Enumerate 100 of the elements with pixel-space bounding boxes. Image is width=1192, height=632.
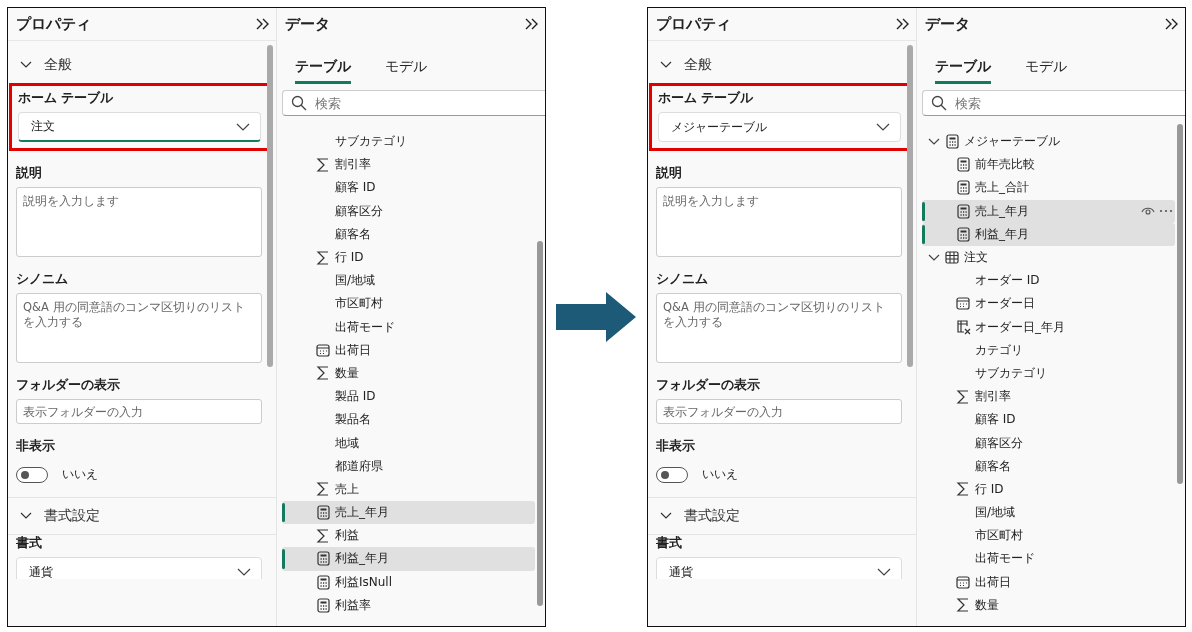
field-item[interactable]: 国/地域: [922, 501, 1175, 525]
search-field[interactable]: 検索: [282, 90, 545, 116]
calculator-icon: [956, 203, 970, 219]
field-item[interactable]: 顧客区分: [922, 431, 1175, 455]
field-item[interactable]: 顧客 ID: [282, 176, 535, 200]
sigma-icon: [316, 482, 330, 497]
field-item[interactable]: 数量: [922, 593, 1175, 617]
field-item[interactable]: 顧客名: [282, 222, 535, 246]
field-label: シノニム: [16, 271, 69, 288]
calculator-icon: [945, 134, 959, 150]
field-item[interactable]: メジャーテーブル: [922, 130, 1175, 154]
field-item[interactable]: 利益IsNull: [282, 570, 535, 594]
calendar-icon: [956, 297, 970, 311]
field-item[interactable]: 市区町村: [282, 292, 535, 316]
panel-title: データ: [925, 14, 970, 34]
field-item[interactable]: 都道府県: [282, 454, 535, 478]
calendar-icon: [316, 343, 330, 357]
text-area[interactable]: 説明を入力します: [16, 187, 262, 257]
field-label: 説明: [16, 165, 43, 182]
field-item[interactable]: 顧客名: [922, 454, 1175, 478]
text-area[interactable]: Q&A 用の同意語のコンマ区切りのリストを入力する: [656, 293, 902, 363]
calculator-icon: [316, 551, 330, 567]
field-item[interactable]: 売上_年月: [922, 199, 1175, 223]
field-item[interactable]: オーダー日_年月: [922, 315, 1175, 339]
field-item[interactable]: 前年売比較: [922, 153, 1175, 177]
tab[interactable]: モデル: [1025, 58, 1067, 84]
input-field[interactable]: 表示フォルダーの入力: [656, 399, 902, 424]
field-item[interactable]: 注文: [922, 245, 1175, 270]
field-item[interactable]: 行 ID: [282, 245, 535, 270]
field-item[interactable]: 利益_年月: [282, 547, 535, 571]
section-header[interactable]: 全般: [656, 47, 716, 83]
collapse-icon[interactable]: [256, 18, 270, 30]
chevron-down-icon: [928, 253, 940, 262]
search-icon: [931, 95, 947, 111]
field-item[interactable]: サブカテゴリ: [282, 130, 535, 154]
more-icon[interactable]: [1159, 209, 1173, 214]
field-item[interactable]: 数量: [282, 361, 535, 386]
field-item[interactable]: オーダー ID: [922, 269, 1175, 293]
section-header[interactable]: 全般: [16, 47, 76, 83]
search-field[interactable]: 検索: [922, 90, 1185, 116]
field-item[interactable]: 利益: [282, 524, 535, 548]
field-label: ホーム テーブル: [658, 90, 755, 107]
tab[interactable]: モデル: [385, 58, 427, 84]
field-item[interactable]: 出荷モード: [922, 547, 1175, 571]
sigma-icon: [956, 482, 970, 497]
calculated-column-icon: [955, 319, 971, 335]
field-item[interactable]: 出荷モード: [282, 315, 535, 339]
collapse-icon[interactable]: [1165, 18, 1179, 30]
collapse-icon[interactable]: [896, 18, 910, 30]
text-area[interactable]: Q&A 用の同意語のコンマ区切りのリストを入力する: [16, 293, 262, 363]
dropdown[interactable]: 注文: [18, 112, 261, 142]
field-item[interactable]: 国/地域: [282, 269, 535, 293]
field-item[interactable]: サブカテゴリ: [922, 361, 1175, 386]
toggle-switch[interactable]: [656, 466, 688, 483]
dropdown[interactable]: 通貨: [16, 557, 262, 579]
field-item[interactable]: 行 ID: [922, 477, 1175, 501]
sigma-icon: [316, 366, 330, 381]
field-item[interactable]: 売上: [282, 477, 535, 501]
field-item[interactable]: 製品 ID: [282, 385, 535, 409]
panel-title: データ: [285, 14, 330, 34]
field-label: 書式: [656, 535, 683, 552]
collapse-icon[interactable]: [525, 18, 539, 30]
field-item[interactable]: カテゴリ: [922, 338, 1175, 362]
eye-icon[interactable]: [1141, 206, 1155, 217]
input-field[interactable]: 表示フォルダーの入力: [16, 399, 262, 424]
toggle-switch[interactable]: [16, 466, 48, 483]
panel-title: プロパティ: [16, 14, 91, 34]
table-icon: [945, 251, 959, 265]
field-item[interactable]: 製品名: [282, 408, 535, 432]
field-item[interactable]: 顧客区分: [282, 199, 535, 223]
field-item[interactable]: 利益_年月: [922, 222, 1175, 246]
chevron-down-icon: [877, 568, 891, 576]
field-item[interactable]: 出荷日: [922, 570, 1175, 594]
tab[interactable]: テーブル: [935, 58, 991, 84]
section-header[interactable]: 書式設定: [16, 498, 104, 534]
field-item[interactable]: 地域: [282, 431, 535, 455]
chevron-down-icon: [20, 61, 32, 69]
field-item[interactable]: 割引率: [282, 153, 535, 177]
field-item[interactable]: 売上_合計: [922, 176, 1175, 200]
tab[interactable]: テーブル: [295, 58, 351, 84]
sigma-icon: [956, 598, 970, 613]
field-label: 非表示: [656, 438, 696, 455]
text-area[interactable]: 説明を入力します: [656, 187, 902, 257]
dropdown[interactable]: 通貨: [656, 557, 902, 579]
section-header[interactable]: 書式設定: [656, 498, 744, 534]
field-label: フォルダーの表示: [656, 377, 761, 394]
field-label: ホーム テーブル: [18, 90, 115, 107]
field-item[interactable]: オーダー日: [922, 292, 1175, 316]
field-label: シノニム: [656, 271, 709, 288]
field-item[interactable]: 出荷日: [282, 338, 535, 362]
field-item[interactable]: 売上_年月: [282, 501, 535, 525]
sigma-icon: [956, 389, 970, 404]
field-item[interactable]: 市区町村: [922, 524, 1175, 548]
field-item[interactable]: 割引率: [922, 385, 1175, 409]
field-label: 書式: [16, 535, 43, 552]
sigma-icon: [316, 528, 330, 543]
field-item[interactable]: 利益率: [282, 593, 535, 617]
field-item[interactable]: 顧客 ID: [922, 408, 1175, 432]
field-label: 非表示: [16, 438, 56, 455]
dropdown[interactable]: メジャーテーブル: [658, 112, 901, 142]
